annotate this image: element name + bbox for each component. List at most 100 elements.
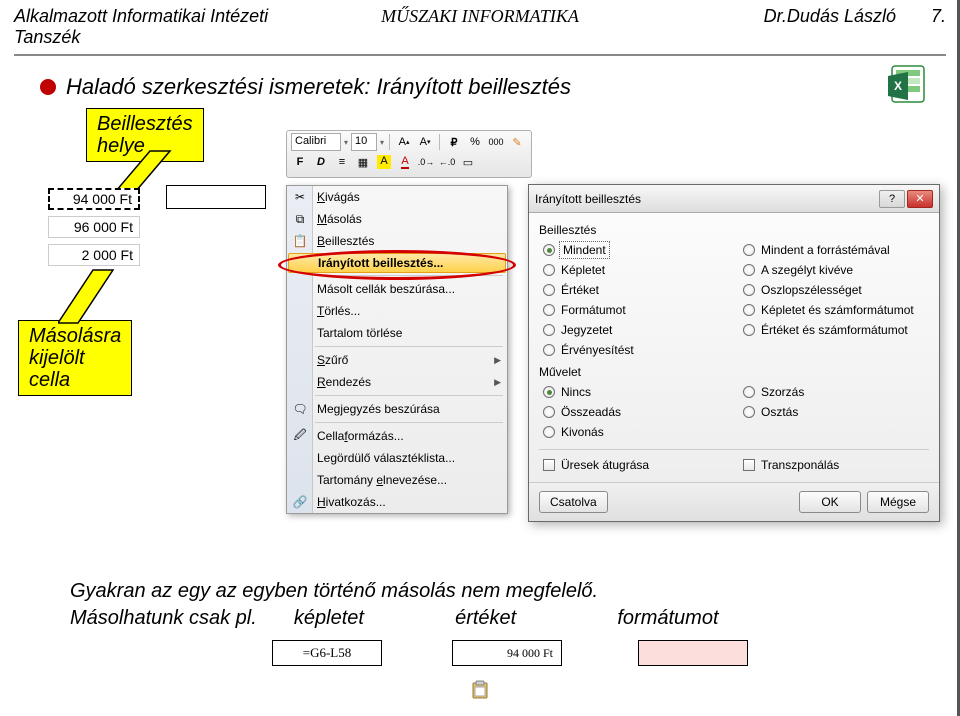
menu-item-label: Rendezés — [317, 375, 371, 389]
menu-item-label: Cellaformázás... — [317, 429, 404, 443]
menu-item[interactable]: Tartalom törlése — [287, 322, 507, 344]
menu-item[interactable]: Legördülő választéklista... — [287, 447, 507, 469]
radio-option[interactable]: Kivonás — [543, 423, 729, 441]
excel-icon: X — [886, 62, 930, 106]
radio-option[interactable]: Mindent — [543, 241, 729, 259]
submenu-arrow-icon: ▶ — [494, 377, 501, 388]
increase-decimal-icon[interactable]: .0→ — [417, 153, 435, 171]
bl2-d: formátumot — [617, 607, 718, 629]
radio-label: Értéket és számformátumot — [761, 323, 908, 337]
radio-option[interactable]: Értéket és számformátumot — [743, 321, 929, 339]
radio-label: Jegyzetet — [561, 323, 612, 337]
thousands-icon[interactable]: 000 — [487, 133, 505, 151]
radio-option[interactable]: Mindent a forrástémával — [743, 241, 929, 259]
radio-label: Nincs — [561, 385, 591, 399]
percent-icon[interactable]: % — [466, 133, 484, 151]
radio-label: Érvényesítést — [561, 343, 634, 357]
grow-font-icon[interactable]: A▴ — [395, 133, 413, 151]
dialog-title: Irányított beillesztés — [535, 192, 877, 206]
merge-icon[interactable]: ▭ — [459, 153, 477, 171]
radio-option[interactable]: Jegyzetet — [543, 321, 729, 339]
header-page: 7. — [931, 6, 946, 26]
radio-label: A szegélyt kivéve — [761, 263, 853, 277]
menu-item-label: Kivágás — [317, 190, 360, 204]
check-transpose[interactable]: Transzponálás — [743, 456, 929, 474]
radio-option[interactable]: Osztás — [743, 403, 929, 421]
clipboard-icon — [470, 680, 490, 700]
menu-item[interactable]: 🗨Megjegyzés beszúrása — [287, 398, 507, 420]
radio-option[interactable]: Képletet — [543, 261, 729, 279]
currency-icon[interactable]: ₽ — [445, 133, 463, 151]
menu-item[interactable]: ⧉Másolás — [287, 208, 507, 230]
decrease-decimal-icon[interactable]: ←.0 — [438, 153, 456, 171]
menu-item[interactable]: Szűrő ▶ — [287, 349, 507, 371]
radio-option[interactable]: A szegélyt kivéve — [743, 261, 929, 279]
menu-item[interactable]: Irányított beillesztés... — [288, 253, 506, 273]
checkbox-icon — [543, 459, 555, 471]
dialog-titlebar: Irányított beillesztés ? ✕ — [529, 185, 939, 213]
submenu-arrow-icon: ▶ — [494, 355, 501, 366]
bottom-line-1: Gyakran az egy az egyben történő másolás… — [70, 580, 598, 603]
header-left: Alkalmazott Informatikai Intézeti Tanszé… — [14, 6, 325, 48]
brush-icon[interactable]: ✎ — [508, 133, 526, 151]
section-op-label: Művelet — [539, 365, 929, 379]
menu-item[interactable]: ✂Kivágás — [287, 186, 507, 208]
radio-option[interactable]: Képletet és számformátumot — [743, 301, 929, 319]
menu-item-label: Szűrő — [317, 353, 348, 367]
font-selector[interactable]: Calibri — [291, 133, 341, 151]
fill-color-icon[interactable]: A — [375, 153, 393, 171]
cell-3: 2 000 Ft — [48, 244, 140, 266]
ok-button[interactable]: OK — [799, 491, 861, 513]
check-skip-blanks-label: Üresek átugrása — [561, 458, 649, 472]
radio-icon — [543, 324, 555, 336]
paste-link-button[interactable]: Csatolva — [539, 491, 608, 513]
radio-option[interactable]: Formátumot — [543, 301, 729, 319]
empty-target-cell — [166, 185, 266, 209]
header-center: MŰSZAKI INFORMATIKA — [325, 6, 636, 48]
menu-item-label: Másolt cellák beszúrása... — [317, 282, 455, 296]
radio-label: Képletet és számformátumot — [761, 303, 914, 317]
radio-icon — [543, 406, 555, 418]
bold-button[interactable]: F — [291, 153, 309, 171]
font-color-icon[interactable]: A — [396, 153, 414, 171]
menu-item[interactable]: Másolt cellák beszúrása... — [287, 278, 507, 300]
radio-icon — [543, 244, 555, 256]
menu-item-label: Beillesztés — [317, 234, 374, 248]
check-skip-blanks[interactable]: Üresek átugrása — [543, 456, 729, 474]
align-icon[interactable]: ≡ — [333, 153, 351, 171]
shrink-font-icon[interactable]: A▾ — [416, 133, 434, 151]
borders-icon[interactable]: ▦ — [354, 153, 372, 171]
menu-item[interactable]: 📋 Beillesztés — [287, 230, 507, 252]
radio-option[interactable]: Oszlopszélességet — [743, 281, 929, 299]
font-size-selector[interactable]: 10 — [351, 133, 377, 151]
checkbox-icon — [743, 459, 755, 471]
check-transpose-label: Transzponálás — [761, 458, 839, 472]
radio-option[interactable]: Értéket — [543, 281, 729, 299]
menu-item[interactable]: Törlés... — [287, 300, 507, 322]
cancel-button[interactable]: Mégse — [867, 491, 929, 513]
menu-item[interactable]: Tartomány elnevezése... — [287, 469, 507, 491]
radio-icon — [543, 284, 555, 296]
svg-text:X: X — [894, 79, 902, 93]
bl2-c: értéket — [455, 607, 516, 629]
radio-label: Kivonás — [561, 425, 604, 439]
radio-label: Képletet — [561, 263, 605, 277]
radio-option[interactable]: Nincs — [543, 383, 729, 401]
menu-item-label: Tartalom törlése — [317, 326, 402, 340]
close-button[interactable]: ✕ — [907, 190, 933, 208]
radio-option[interactable]: Szorzás — [743, 383, 929, 401]
paste-icon: 📋 — [291, 232, 309, 250]
menu-item-label: Hivatkozás... — [317, 495, 386, 509]
menu-item-label: Törlés... — [317, 304, 360, 318]
menu-item[interactable]: Rendezés ▶ — [287, 371, 507, 393]
italic-button[interactable]: D — [312, 153, 330, 171]
menu-item[interactable]: 🔗Hivatkozás... — [287, 491, 507, 513]
radio-option[interactable]: Összeadás — [543, 403, 729, 421]
radio-icon — [743, 244, 755, 256]
help-button[interactable]: ? — [879, 190, 905, 208]
format-icon: 🖉 — [291, 427, 309, 445]
radio-label: Értéket — [561, 283, 599, 297]
cell-selected: 94 000 Ft — [48, 188, 140, 210]
menu-item[interactable]: 🖉 Cellaformázás... — [287, 425, 507, 447]
radio-option[interactable]: Érvényesítést — [543, 341, 729, 359]
